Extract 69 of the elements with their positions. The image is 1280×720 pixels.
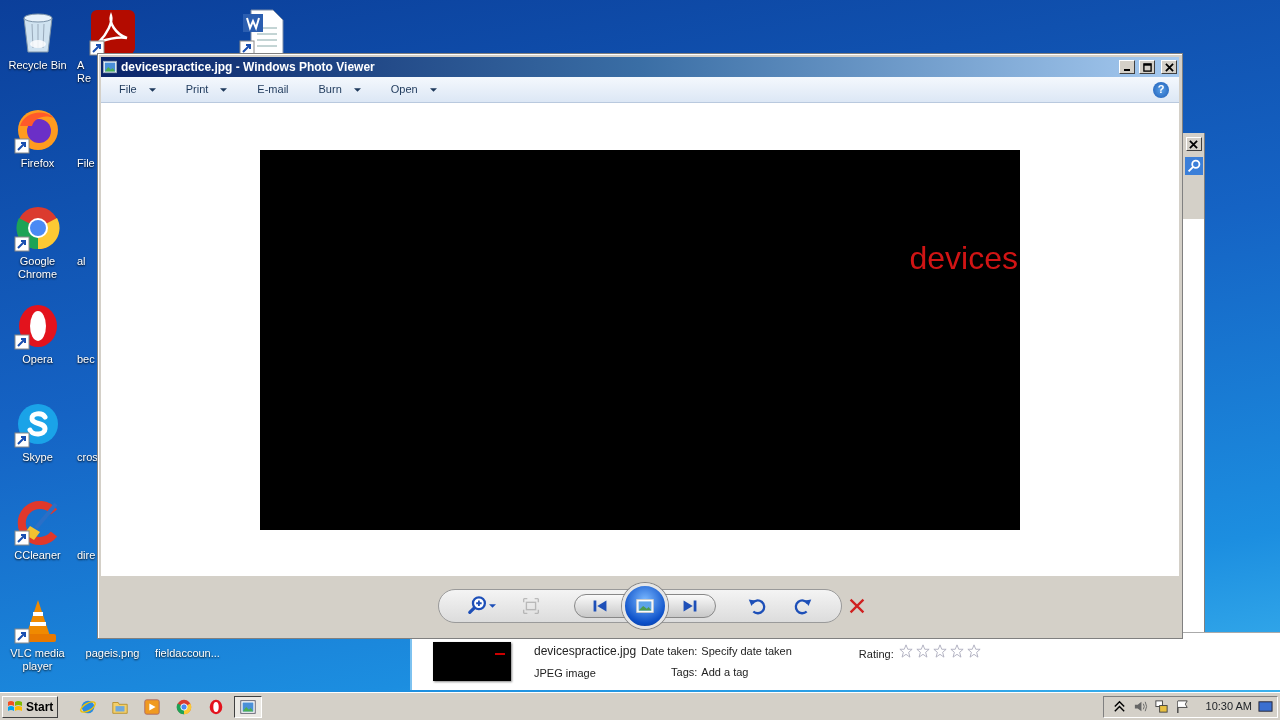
close-button[interactable] [1185,137,1202,151]
icon-label[interactable]: fieldaccoun... [155,647,220,660]
field-label: Date taken: [641,643,698,659]
close-icon [1164,62,1174,72]
maximize-icon [1142,62,1152,72]
previous-button[interactable] [574,593,626,618]
file-name: devicespractice.jpg [534,642,637,660]
maximize-button[interactable] [1139,60,1155,74]
search-icon[interactable] [1184,157,1203,175]
field-label: Rating: [858,647,894,662]
close-button[interactable] [1161,60,1177,74]
flag-icon[interactable] [1174,699,1190,714]
caret-icon [489,603,496,608]
star-icon[interactable] [915,644,930,658]
tag-link[interactable]: Add a tag [701,664,792,681]
star-icon[interactable] [966,644,981,658]
caret-icon [353,87,361,92]
menu-button[interactable]: Burn [310,79,369,100]
field-label: Tags: [671,665,698,680]
icon-label[interactable]: pageis.png [85,647,140,660]
icon-label[interactable]: File [77,157,95,170]
media-player-icon [143,697,162,716]
taskbar-button[interactable] [234,695,263,718]
document-icon[interactable] [238,8,287,56]
menu-button[interactable]: E-mail [249,79,297,100]
window-title: devicespractice.jpg - Windows Photo Viewer [121,59,375,76]
icon-label[interactable]: CCleaner [14,549,61,562]
photo-viewer-icon [103,60,117,74]
icon-label[interactable]: dire [77,549,96,562]
caret-icon [148,87,156,92]
file-type: JPEG image [534,665,597,681]
browser-icon[interactable] [13,204,62,252]
volume-icon[interactable] [1132,699,1148,714]
minimize-icon [1124,69,1130,71]
icon-label[interactable]: Google Chrome [1,255,74,281]
icon-label[interactable]: cros [77,451,97,464]
icon-label[interactable]: Opera [22,353,53,366]
icon-label[interactable]: Recycle Bin [8,59,67,72]
photo-viewer-icon [239,697,258,716]
menu-button[interactable]: File [111,79,164,100]
icon-label[interactable]: VLC media player [1,647,74,673]
menu-button[interactable]: Print [177,79,236,100]
browser-icon [175,697,194,716]
network-icon[interactable] [1153,699,1169,714]
icon-label[interactable]: Firefox [20,157,55,170]
icon-label[interactable]: Skype [22,451,53,464]
clock[interactable]: 10:30 AM [1205,698,1252,715]
zoom-button[interactable] [467,594,496,617]
caret-icon [220,87,228,92]
icon-label[interactable]: A Re [77,59,97,85]
start-button[interactable]: Start [2,695,59,718]
slideshow-button[interactable] [622,582,668,629]
star-icon[interactable] [932,644,947,658]
show-desktop-icon[interactable] [1258,699,1273,714]
help-button[interactable]: ? [1153,81,1169,98]
menu-button[interactable]: Open [382,79,445,100]
zoom-icon [467,594,489,617]
date-link[interactable]: Specify date taken [701,642,792,659]
icon-label[interactable]: al [77,255,86,268]
close-icon [1189,139,1198,149]
next-button[interactable] [664,593,716,618]
star-icon[interactable] [898,644,913,658]
pdf-icon[interactable] [88,8,137,56]
image-text: devices [909,239,1018,276]
star-icon[interactable] [949,644,964,658]
minimize-button[interactable] [1119,60,1135,74]
star-rating[interactable] [898,644,981,658]
icon-label[interactable]: bec [77,353,95,366]
caret-icon [429,87,437,92]
